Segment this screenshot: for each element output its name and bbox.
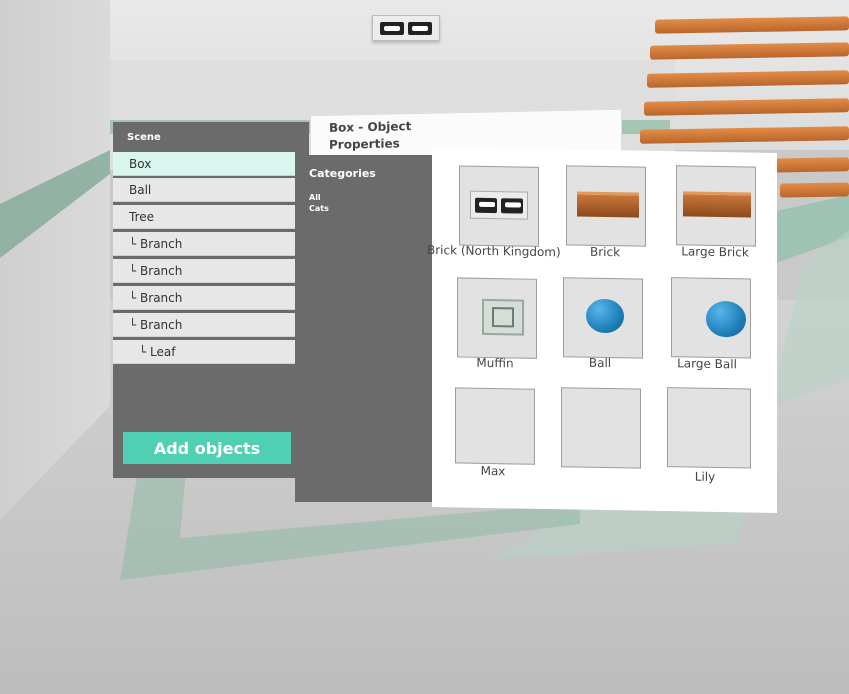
object-label: Max [480,463,506,479]
object-tile[interactable] [561,387,641,469]
scene-title: Scene [127,132,161,143]
category-all[interactable]: All [309,193,321,202]
object-label: Ball [588,355,612,371]
scene-panel: Scene Box Ball Tree └ Branch └ Branch └ … [113,122,309,478]
scene-item-branch[interactable]: └ Branch [113,232,295,256]
object-tile-muffin[interactable] [457,277,537,359]
brick-icon [683,191,751,218]
properties-title: Box - Object Properties [329,119,412,152]
brick-row [780,182,849,198]
object-label: Brick [589,244,621,260]
picture-icon [482,298,524,336]
object-label: Muffin [476,355,514,371]
object-tile-brick[interactable] [566,165,646,247]
object-tile-max[interactable] [455,387,535,465]
scene-item-branch[interactable]: └ Branch [113,286,295,310]
arrow-sign-icon [380,21,404,35]
object-label: Large Ball [677,356,737,372]
categories-panel: Categories All Cats [295,155,435,502]
add-objects-button[interactable]: Add objects [123,432,291,464]
ball-icon [706,300,746,338]
sign-icon [470,190,528,220]
object-tile-ball[interactable] [563,277,643,359]
object-tile-lily[interactable] [667,387,751,469]
ball-icon [586,298,624,334]
object-tile-brick-north-kingdom[interactable] [459,165,539,247]
arrow-sign-icon [475,197,497,213]
categories-title: Categories [309,167,376,180]
scene-item-tree[interactable]: Tree [113,205,295,229]
scene-item-ball[interactable]: Ball [113,178,295,202]
arrow-sign-icon [501,197,523,214]
object-tile-large-brick[interactable] [676,165,756,247]
scene-item-box[interactable]: Box [113,152,295,176]
arrow-sign-icon [408,21,432,35]
scene-item-branch[interactable]: └ Branch [113,259,295,283]
sign-object[interactable] [372,15,440,41]
scene-item-branch[interactable]: └ Branch [113,313,295,337]
object-label: Large Brick [681,244,749,260]
object-label: Lily [694,469,716,484]
brick-icon [577,191,639,218]
objects-grid: Brick (North Kingdom) Brick Large Brick … [427,146,777,514]
category-cats[interactable]: Cats [309,204,329,213]
object-label: Brick (North Kingdom) [427,242,561,260]
object-tile-large-ball[interactable] [671,277,751,359]
scene-item-leaf[interactable]: └ Leaf [113,340,295,364]
